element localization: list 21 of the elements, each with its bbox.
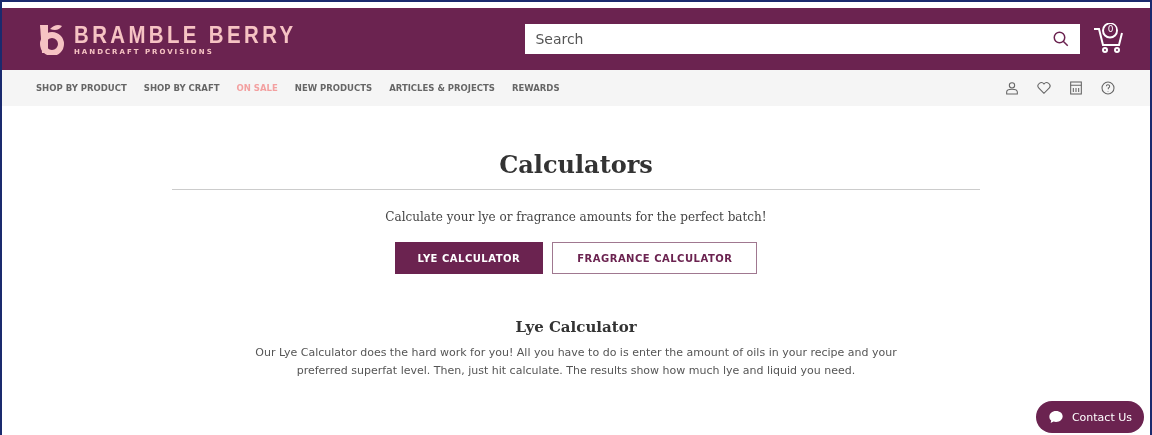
nav-link[interactable]: NEW PRODUCTS bbox=[294, 83, 373, 93]
calculator-icon[interactable] bbox=[1068, 80, 1084, 96]
contact-button[interactable]: Contact Us bbox=[1035, 401, 1144, 433]
chat-icon bbox=[1047, 409, 1064, 425]
search-icon[interactable] bbox=[1052, 30, 1070, 48]
search-field[interactable]: Search bbox=[525, 24, 1080, 54]
page-title: Calculators bbox=[499, 150, 653, 179]
help-icon[interactable] bbox=[1100, 80, 1116, 96]
section-text: Our Lye Calculator does the hard work for you! All you have to do is enter the amount of oils in your recipe and your preferred superfat level. Then, just hit calculate. The results show how much lye and liquid you need. bbox=[254, 345, 898, 379]
page-subtitle: Calculate your lye or fragrance amounts for the perfect batch! bbox=[385, 210, 767, 224]
calculator-tab[interactable]: LYE CALCULATOR bbox=[394, 242, 544, 274]
heart-icon[interactable] bbox=[1036, 80, 1052, 96]
section-title: Lye Calculator bbox=[515, 318, 637, 336]
nav-link[interactable]: ARTICLES & PROJECTS bbox=[389, 83, 495, 93]
nav-link[interactable]: SHOP BY PRODUCT bbox=[36, 83, 127, 93]
brand-name: BRAMBLE BERRY bbox=[74, 22, 297, 48]
cart-count: 0 bbox=[1105, 24, 1116, 35]
calculator-tab[interactable]: FRAGRANCE CALCULATOR bbox=[552, 242, 758, 274]
account-icon[interactable] bbox=[1004, 80, 1020, 96]
nav-link[interactable]: REWARDS bbox=[511, 83, 560, 93]
nav-link[interactable]: SHOP BY CRAFT bbox=[143, 83, 220, 93]
